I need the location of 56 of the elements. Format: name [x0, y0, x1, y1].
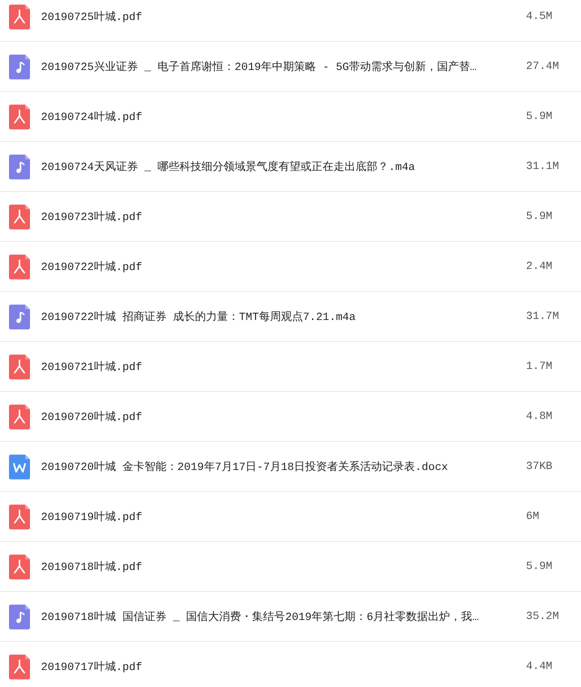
file-name: 20190718叶城.pdf [41, 560, 144, 574]
music-file-icon [9, 154, 30, 180]
file-name: 20190722叶城.pdf [41, 260, 144, 274]
file-name: 20190718叶城 国信证券 _ 国信大消费・集结号2019年第七期：6月社零数据出炉，我… [41, 610, 480, 624]
pdf-file-icon [9, 654, 30, 680]
file-row[interactable]: 20190724叶城.pdf 5.9M [0, 92, 581, 142]
file-size: 27.4M [526, 60, 560, 72]
file-size: 5.9M [526, 210, 554, 222]
file-name: 20190724叶城.pdf [41, 110, 144, 124]
file-size: 31.7M [526, 310, 560, 322]
file-name: 20190723叶城.pdf [41, 210, 144, 224]
file-size: 31.1M [526, 160, 560, 172]
file-row[interactable]: 20190718叶城 国信证券 _ 国信大消费・集结号2019年第七期：6月社零数据出炉，我… 35.2M [0, 592, 581, 642]
file-name: 20190720叶城 金卡智能：2019年7月17日-7月18日投资者关系活动记录表.docx [41, 460, 450, 474]
file-size: 5.9M [526, 110, 554, 122]
file-row[interactable]: 20190717叶城.pdf 4.4M [0, 642, 581, 687]
file-name: 20190719叶城.pdf [41, 510, 144, 524]
music-file-icon [9, 54, 30, 80]
file-row[interactable]: 20190725兴业证券 _ 电子首席谢恒：2019年中期策略 - 5G带动需求与创新，国产替… 27.4M [0, 42, 581, 92]
file-name: 20190725叶城.pdf [41, 10, 144, 24]
music-file-icon [9, 304, 30, 330]
file-row[interactable]: 20190724天风证券 _ 哪些科技细分领域景气度有望或正在走出底部？.m4a 31.1M [0, 142, 581, 192]
file-size: 37KB [526, 460, 554, 472]
file-size: 1.7M [526, 360, 554, 372]
pdf-file-icon [9, 404, 30, 430]
pdf-file-icon [9, 554, 30, 580]
file-size: 4.8M [526, 410, 554, 422]
file-name: 20190721叶城.pdf [41, 360, 144, 374]
file-name: 20190724天风证券 _ 哪些科技细分领域景气度有望或正在走出底部？.m4a [41, 160, 416, 174]
file-row[interactable]: 20190723叶城.pdf 5.9M [0, 192, 581, 242]
file-size: 4.5M [526, 10, 554, 22]
file-size: 5.9M [526, 560, 554, 572]
file-row[interactable]: 20190720叶城 金卡智能：2019年7月17日-7月18日投资者关系活动记录表.docx 37KB [0, 442, 581, 492]
file-size: 2.4M [526, 260, 554, 272]
file-name: 20190717叶城.pdf [41, 660, 144, 674]
file-size: 4.4M [526, 660, 554, 672]
pdf-file-icon [9, 354, 30, 380]
file-name: 20190722叶城 招商证券 成长的力量：TMT每周观点7.21.m4a [41, 310, 357, 324]
file-row[interactable]: 20190721叶城.pdf 1.7M [0, 342, 581, 392]
pdf-file-icon [9, 504, 30, 530]
file-row[interactable]: 20190720叶城.pdf 4.8M [0, 392, 581, 442]
file-row[interactable]: 20190725叶城.pdf 4.5M [0, 0, 581, 42]
pdf-file-icon [9, 254, 30, 280]
file-row[interactable]: 20190718叶城.pdf 5.9M [0, 542, 581, 592]
file-row[interactable]: 20190719叶城.pdf 6M [0, 492, 581, 542]
file-size: 35.2M [526, 610, 560, 622]
file-row[interactable]: 20190722叶城 招商证券 成长的力量：TMT每周观点7.21.m4a 31.7M [0, 292, 581, 342]
file-name: 20190725兴业证券 _ 电子首席谢恒：2019年中期策略 - 5G带动需求与创新，国产替… [41, 60, 478, 74]
music-file-icon [9, 604, 30, 630]
pdf-file-icon [9, 104, 30, 130]
pdf-file-icon [9, 4, 30, 30]
file-row[interactable]: 20190722叶城.pdf 2.4M [0, 242, 581, 292]
file-name: 20190720叶城.pdf [41, 410, 144, 424]
word-file-icon [9, 454, 30, 480]
pdf-file-icon [9, 204, 30, 230]
file-size: 6M [526, 510, 540, 522]
